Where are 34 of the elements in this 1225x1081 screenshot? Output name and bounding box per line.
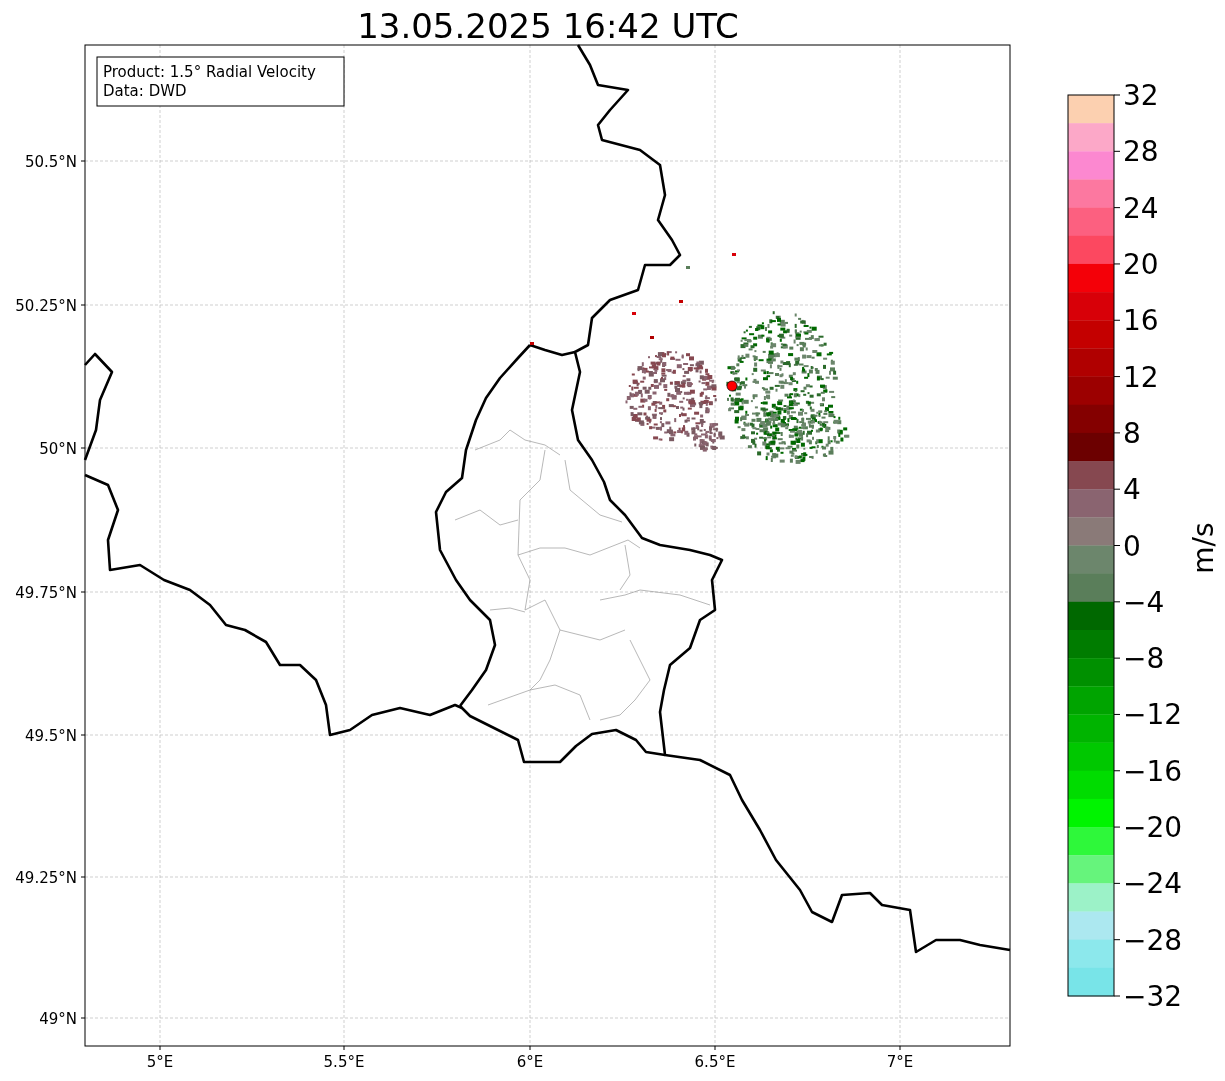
latitude-label: 49.25°N — [15, 869, 77, 887]
latitude-label: 49.5°N — [24, 727, 77, 745]
colorbar-tick-label: −12 — [1123, 698, 1183, 732]
chart-title: 13.05.2025 16:42 UTC — [357, 6, 739, 46]
colorbar-tick-label: 12 — [1123, 360, 1159, 394]
legend-text: Product: 1.5° Radial Velocity — [103, 63, 316, 81]
longitude-label: 5.5°E — [323, 1053, 365, 1071]
radar-site-marker — [726, 380, 738, 392]
latitude-label: 49°N — [39, 1010, 77, 1028]
latitude-label: 50.5°N — [24, 153, 77, 171]
colorbar-tick-label: 8 — [1123, 416, 1141, 450]
colorbar-tick-label: 20 — [1123, 247, 1159, 281]
longitude-label: 5°E — [146, 1053, 174, 1071]
latitude-label: 50.25°N — [15, 297, 77, 315]
colorbar-axis-label: m/s — [1187, 522, 1220, 574]
longitude-label: 7°E — [886, 1053, 914, 1071]
longitude-label: 6.5°E — [694, 1053, 736, 1071]
colorbar-tick-label: 0 — [1123, 529, 1141, 563]
colorbar-tick-label: −4 — [1123, 585, 1165, 619]
colorbar-tick-label: −8 — [1123, 642, 1165, 676]
colorbar-tick-label: 24 — [1123, 191, 1159, 225]
colorbar-tick-label: 32 — [1123, 79, 1159, 112]
colorbar-tick-label: −28 — [1123, 923, 1183, 957]
colorbar-tick-label: −32 — [1123, 980, 1183, 1013]
colorbar-tick-label: 28 — [1123, 135, 1159, 169]
legend-text: Data: DWD — [103, 82, 187, 100]
latitude-label: 50°N — [39, 440, 77, 458]
colorbar-tick-label: 16 — [1123, 304, 1159, 338]
colorbar-tick-label: −24 — [1123, 867, 1183, 901]
colorbar-tick-label: 4 — [1123, 473, 1141, 507]
colorbar-tick-label: −16 — [1123, 754, 1183, 788]
longitude-label: 6°E — [516, 1053, 544, 1071]
colorbar-tick-label: −20 — [1123, 811, 1183, 845]
latitude-label: 49.75°N — [15, 584, 77, 602]
